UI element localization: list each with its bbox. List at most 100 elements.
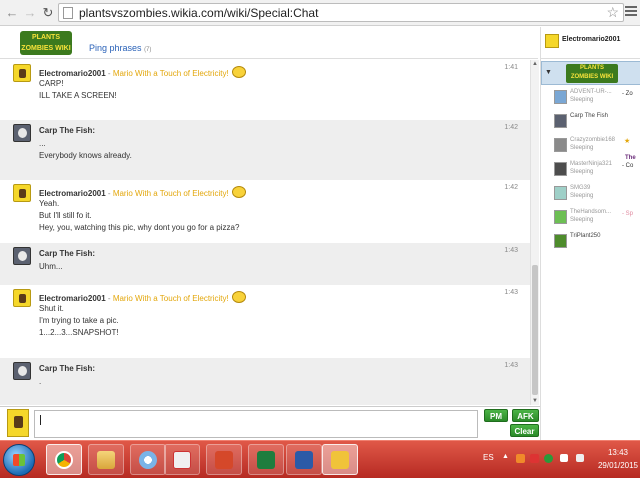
- chat-message-input[interactable]: [34, 410, 478, 438]
- user-list-item[interactable]: ADVENT-UR-... Sleeping - Zo: [554, 89, 640, 107]
- star-icon: ★: [624, 138, 631, 145]
- url-text[interactable]: plantsvszombies.wikia.com/wiki/Special:C…: [79, 6, 318, 20]
- username-text: Carp The Fish:: [39, 364, 96, 373]
- message-username[interactable]: Carp The Fish:: [39, 364, 95, 373]
- message-timestamp: 1:43: [504, 289, 518, 296]
- forward-arrow-icon[interactable]: →: [22, 5, 38, 21]
- tray-expand-icon[interactable]: ▲: [502, 453, 509, 460]
- mario-avatar[interactable]: [13, 184, 31, 202]
- collapse-arrow-icon[interactable]: ▼: [545, 69, 552, 76]
- message-body: CARP! ILL TAKE A SCREEN!: [39, 78, 117, 102]
- message-body: ... Everybody knows already.: [39, 138, 132, 162]
- user-list-item[interactable]: Crazyzombie168 Sleeping ★: [554, 137, 640, 155]
- user-list-item[interactable]: Carp The Fish: [554, 113, 640, 131]
- status-text: Mario With a Touch of Electricity!: [112, 69, 229, 78]
- chat-scrollbar[interactable]: ▲ ▼: [530, 60, 539, 405]
- user-state: Sleeping: [570, 145, 594, 151]
- scroll-down-arrow-icon[interactable]: ▼: [532, 398, 538, 404]
- user-state: Sleeping: [570, 169, 594, 175]
- taskbar-button-snipping[interactable]: [164, 444, 200, 475]
- taskbar-button-pvz[interactable]: [322, 444, 358, 475]
- reload-icon[interactable]: ↻: [40, 5, 56, 21]
- logo-text-line1: PLANTS: [32, 34, 60, 41]
- tray-app-icon-2[interactable]: [530, 454, 539, 463]
- message-timestamp: 1:43: [504, 247, 518, 254]
- room-logo: PLANTS ZOMBIES WIKI: [566, 64, 618, 83]
- status-text: Mario With a Touch of Electricity!: [112, 294, 229, 303]
- user-list-item[interactable]: TriPlant250: [554, 233, 640, 251]
- room-header[interactable]: ▼ PLANTS ZOMBIES WIKI: [541, 61, 640, 85]
- message-body: Shut it. I'm trying to take a pic. 1...2..…: [39, 303, 119, 339]
- message-username[interactable]: Electromario2001 - Mario With a Touch of…: [39, 186, 246, 198]
- message-username[interactable]: Electromario2001 - Mario With a Touch of…: [39, 291, 246, 303]
- pm-button[interactable]: PM: [484, 409, 508, 422]
- chat-message: Electromario2001 - Mario With a Touch of…: [0, 180, 530, 243]
- mario-avatar[interactable]: [13, 289, 31, 307]
- chat-message: Electromario2001 - Mario With a Touch of…: [0, 285, 530, 358]
- carp-avatar[interactable]: [13, 124, 31, 142]
- message-line: .: [39, 377, 42, 386]
- mario-avatar[interactable]: [13, 64, 31, 82]
- user-extra-status: - Sp: [622, 211, 634, 217]
- my-avatar: [7, 409, 29, 437]
- current-user[interactable]: Electromario2001: [541, 27, 640, 59]
- user-list-item[interactable]: MasterNinja321 Sleeping - Co: [554, 161, 640, 179]
- username-text: Carp The Fish:: [39, 249, 96, 258]
- taskbar-button-word[interactable]: [286, 444, 322, 475]
- current-user-name: Electromario2001: [562, 36, 621, 43]
- afk-button[interactable]: AFK: [512, 409, 539, 422]
- user-name: Carp The Fish: [570, 113, 608, 119]
- message-timestamp: 1:43: [504, 362, 518, 369]
- user-list-item[interactable]: SMG39 Sleeping: [554, 185, 640, 203]
- user-avatar: [554, 114, 567, 128]
- taskbar-button-paint[interactable]: [130, 444, 166, 475]
- taskbar-button-excel[interactable]: [248, 444, 284, 475]
- scrollbar-thumb[interactable]: [532, 265, 538, 395]
- clock-time[interactable]: 13:43: [598, 448, 638, 457]
- lightning-badge-icon: [231, 186, 246, 198]
- ping-phrases-link[interactable]: Ping phrases (7): [89, 43, 151, 53]
- message-username[interactable]: Carp The Fish:: [39, 249, 95, 258]
- message-line: ...: [39, 139, 46, 148]
- username-text: Electromario2001: [39, 189, 106, 198]
- menu-icon[interactable]: [625, 6, 637, 18]
- tray-app-icon-3[interactable]: [544, 454, 553, 463]
- message-username[interactable]: Carp The Fish:: [39, 126, 95, 135]
- message-username[interactable]: Electromario2001 - Mario With a Touch of…: [39, 66, 246, 78]
- tray-app-icon[interactable]: [516, 454, 525, 463]
- taskbar-button-powerpoint[interactable]: [206, 444, 242, 475]
- user-avatar: [554, 138, 567, 152]
- start-button[interactable]: [3, 444, 35, 476]
- excel-icon: [257, 451, 275, 469]
- back-arrow-icon[interactable]: ←: [4, 5, 20, 21]
- message-timestamp: 1:42: [504, 184, 518, 191]
- wiki-logo[interactable]: PLANTS ZOMBIES WIKI: [20, 31, 72, 55]
- chat-message: Carp The Fish: 1:42... Everybody knows alr…: [0, 120, 530, 180]
- clear-button[interactable]: Clear: [510, 424, 539, 437]
- message-line: 1...2...3...SNAPSHOT!: [39, 328, 119, 337]
- scroll-up-arrow-icon[interactable]: ▲: [532, 61, 538, 67]
- clock-date[interactable]: 29/01/2015: [596, 461, 640, 470]
- address-bar[interactable]: plantsvszombies.wikia.com/wiki/Special:C…: [58, 3, 624, 22]
- volume-icon[interactable]: [576, 454, 584, 462]
- chat-message: Carp The Fish: 1:43 Uhm...: [0, 243, 530, 285]
- taskbar-button-chrome[interactable]: [46, 444, 82, 475]
- username-text: Electromario2001: [39, 294, 106, 303]
- pvz-icon: [331, 451, 349, 469]
- user-avatar: [554, 234, 567, 248]
- logo-text-line2: ZOMBIES WIKI: [21, 45, 71, 52]
- username-text: Electromario2001: [39, 69, 106, 78]
- network-icon[interactable]: [560, 454, 568, 462]
- bookmark-star-icon[interactable]: ☆: [606, 4, 619, 21]
- folder-icon: [97, 451, 115, 469]
- user-state: Sleeping: [570, 193, 594, 199]
- language-indicator[interactable]: ES: [483, 453, 494, 462]
- user-name: MasterNinja321: [570, 161, 613, 167]
- snipping-icon: [173, 451, 191, 469]
- taskbar-button-folder[interactable]: [88, 444, 124, 475]
- text-caret: [40, 415, 41, 425]
- user-list-item[interactable]: TheHandsom... Sleeping - Sp: [554, 209, 640, 227]
- carp-avatar[interactable]: [13, 247, 31, 265]
- user-avatar: [554, 210, 567, 224]
- carp-avatar[interactable]: [13, 362, 31, 380]
